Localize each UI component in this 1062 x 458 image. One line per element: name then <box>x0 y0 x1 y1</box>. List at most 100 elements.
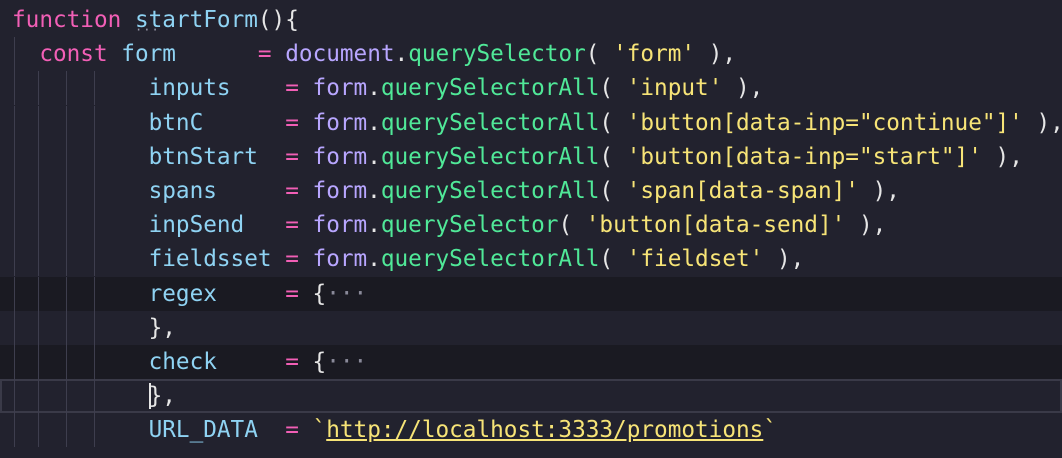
code-token: 'button[data-inp="continue"]' <box>626 109 1023 136</box>
code-token: ), <box>763 246 805 273</box>
code-text: inpSend = form.querySelector( 'button[da… <box>12 208 887 242</box>
code-token: ( <box>599 75 627 102</box>
code-token: ( <box>599 143 627 170</box>
code-line[interactable]: btnStart = form.querySelectorAll( 'butto… <box>0 139 1062 174</box>
code-token: . <box>367 178 381 204</box>
code-token: querySelectorAll <box>380 75 600 102</box>
code-token: = <box>285 280 299 307</box>
code-token: form <box>312 143 368 170</box>
suggestion-dots-icon: ··· <box>135 23 160 37</box>
code-token: inpSend <box>148 212 245 239</box>
code-token: = <box>285 143 299 170</box>
code-line[interactable]: inpSend = form.querySelector( 'button[da… <box>0 208 1062 243</box>
code-token: }, <box>148 314 176 341</box>
code-token: . <box>367 212 381 239</box>
code-token: = <box>257 41 272 68</box>
code-line[interactable]: check = {··· <box>0 345 1062 379</box>
code-token: ` <box>312 417 327 444</box>
code-text: regex = {··· <box>12 277 368 311</box>
code-token: . <box>367 109 381 136</box>
code-token: form <box>121 41 176 68</box>
code-token: form <box>312 212 368 239</box>
code-token: 'fieldset' <box>626 246 764 273</box>
code-line[interactable]: regex = {··· <box>0 276 1062 311</box>
code-token: 'button[data-inp="start"]' <box>626 143 982 170</box>
code-token: form <box>312 75 368 102</box>
code-token: btnStart <box>148 143 258 170</box>
code-token: = <box>285 417 299 444</box>
code-token: . <box>394 41 409 68</box>
code-token: function <box>12 7 122 33</box>
code-editor[interactable]: function startForm(){··· const form = do… <box>0 0 1062 458</box>
code-token: ( <box>599 109 627 136</box>
code-line[interactable]: fieldsset = form.querySelectorAll( 'fiel… <box>0 242 1062 277</box>
code-token: 'input' <box>626 75 723 102</box>
code-token: = <box>285 109 299 136</box>
code-token: (){ <box>257 7 299 33</box>
code-line[interactable]: spans = form.querySelectorAll( 'span[dat… <box>0 174 1062 208</box>
code-token: ), <box>845 212 887 239</box>
code-token: form <box>312 246 368 273</box>
code-token: const <box>39 41 108 68</box>
code-text: spans = form.querySelectorAll( 'span[dat… <box>12 174 900 208</box>
code-line[interactable]: function startForm(){··· <box>0 3 1062 37</box>
code-text: URL_DATA = `http://localhost:3333/promot… <box>12 413 777 447</box>
code-line[interactable]: }, <box>0 379 1062 414</box>
code-token: { <box>312 280 327 307</box>
code-line[interactable]: btnC = form.querySelectorAll( 'button[da… <box>0 105 1062 140</box>
code-token: ), <box>695 41 737 68</box>
code-token: querySelector <box>408 41 586 68</box>
code-text: check = {··· <box>12 345 368 379</box>
code-token: ), <box>858 178 900 204</box>
code-token: = <box>285 349 299 375</box>
code-token: = <box>285 212 299 239</box>
code-token: fieldsset <box>148 246 272 273</box>
code-token: regex <box>148 280 217 307</box>
code-line[interactable]: inputs = form.querySelectorAll( 'input' … <box>0 71 1062 106</box>
code-token: querySelectorAll <box>380 178 600 204</box>
code-token: check <box>148 349 217 375</box>
code-token: }, <box>148 383 176 410</box>
code-line[interactable]: URL_DATA = `http://localhost:3333/promot… <box>0 413 1062 448</box>
code-token: querySelectorAll <box>380 143 600 170</box>
code-text: }, <box>12 311 176 345</box>
code-token: 'button[data-send]' <box>585 212 846 239</box>
code-token: = <box>285 75 299 102</box>
code-line[interactable]: }, <box>0 310 1062 345</box>
code-token: ), <box>722 75 764 102</box>
code-token: ( <box>599 246 627 273</box>
code-line[interactable]: const form = document.querySelector( 'fo… <box>0 37 1062 72</box>
code-token: 'span[data-span]' <box>626 178 859 204</box>
code-text: inputs = form.querySelectorAll( 'input' … <box>12 71 764 105</box>
code-token: . <box>367 143 381 170</box>
code-token: = <box>285 246 299 273</box>
code-token: querySelectorAll <box>380 109 600 136</box>
code-token: ··· <box>326 280 368 307</box>
code-token: ( <box>558 212 586 239</box>
code-token: = <box>285 178 299 204</box>
code-text: const form = document.querySelector( 'fo… <box>12 37 736 71</box>
code-token: ), <box>981 143 1023 170</box>
